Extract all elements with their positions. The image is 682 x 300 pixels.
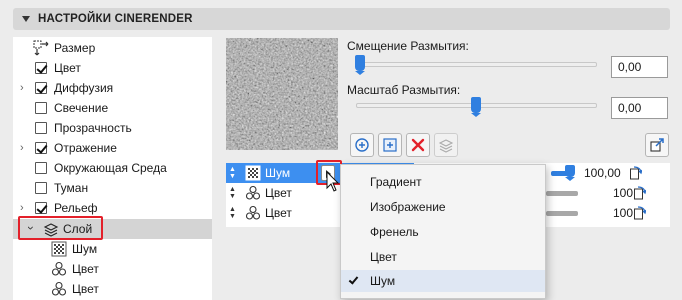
add-shader-icon <box>355 138 369 152</box>
menu-item-fresnel[interactable]: Френель <box>341 221 545 243</box>
mouse-cursor-icon <box>326 171 340 192</box>
delete-button[interactable] <box>406 133 430 157</box>
noise-icon <box>245 165 261 181</box>
tree-item-transparency[interactable]: Прозрачность <box>13 118 212 138</box>
channel-tree: Размер Цвет › Диффузия Свечение Прозрачн… <box>13 37 212 300</box>
color-checkbox[interactable] <box>35 62 47 74</box>
tree-item-bump[interactable]: › Рельеф <box>13 198 212 218</box>
menu-item-label: Изображение <box>370 200 446 214</box>
environment-checkbox[interactable] <box>35 162 47 174</box>
layer-name: Цвет <box>265 186 292 200</box>
reorder-arrows-icon[interactable]: ▲ ▼ <box>229 186 236 200</box>
menu-item-label: Шум <box>370 274 396 288</box>
layer-opacity-bar[interactable] <box>546 211 578 216</box>
transparency-checkbox[interactable] <box>35 122 47 134</box>
layer-value[interactable]: 100 <box>613 186 633 200</box>
tree-item-label: Туман <box>54 181 89 195</box>
menu-item-label: Цвет <box>370 250 397 264</box>
layer-mode-icon[interactable] <box>634 186 646 200</box>
blur-scale-field[interactable]: 0,00 <box>611 97 668 119</box>
color-shader-icon <box>51 281 67 296</box>
tree-item-color-shader[interactable]: Цвет <box>13 259 212 279</box>
add-layer-button[interactable] <box>378 133 402 157</box>
color-shader-icon <box>51 261 67 276</box>
tree-item-label: Окружающая Среда <box>54 161 167 175</box>
tree-item-luminance[interactable]: Свечение <box>13 98 212 118</box>
reorder-arrows-icon[interactable]: ▲ ▼ <box>229 166 236 180</box>
menu-item-noise[interactable]: Шум <box>341 270 545 292</box>
menu-item-color[interactable]: Цвет <box>341 246 545 268</box>
tree-item-size[interactable]: Размер <box>13 38 212 58</box>
layer-name: Шум <box>265 166 291 180</box>
layer-mode-icon[interactable] <box>630 166 642 180</box>
blur-offset-field[interactable]: 0,00 <box>611 56 668 78</box>
export-button[interactable] <box>645 133 669 157</box>
tree-item-label: Шум <box>72 242 98 256</box>
tree-item-label: Цвет <box>72 282 99 296</box>
tree-item-label: Цвет <box>72 262 99 276</box>
delete-icon <box>411 138 425 152</box>
layer-name: Цвет <box>265 206 292 220</box>
chevron-right-icon[interactable]: › <box>20 83 24 94</box>
add-shader-button[interactable] <box>350 133 374 157</box>
blend-mode-menu: Градиент Изображение Френель Цвет Шум <box>340 164 546 299</box>
texture-preview <box>226 38 338 150</box>
tree-item-reflection[interactable]: › Отражение <box>13 138 212 158</box>
menu-item-gradient[interactable]: Градиент <box>341 171 545 193</box>
tree-item-fog[interactable]: Туман <box>13 178 212 198</box>
reflection-checkbox[interactable] <box>35 142 47 154</box>
reorder-arrows-icon[interactable]: ▲ ▼ <box>229 206 236 220</box>
tree-item-noise[interactable]: Шум <box>13 239 212 259</box>
luminance-checkbox[interactable] <box>35 102 47 114</box>
bump-checkbox[interactable] <box>35 202 47 214</box>
add-layer-icon <box>383 138 397 152</box>
layer-mode-icon[interactable] <box>634 206 646 220</box>
tree-item-label: Диффузия <box>54 81 114 95</box>
resize-icon <box>33 40 49 56</box>
layer-value[interactable]: 100,00 <box>584 166 621 180</box>
tree-item-label: Цвет <box>54 61 81 75</box>
tree-item-label: Рельеф <box>54 201 98 215</box>
tree-item-label: Отражение <box>54 141 117 155</box>
tree-item-diffusion[interactable]: › Диффузия <box>13 78 212 98</box>
panel-title: НАСТРОЙКИ CINERENDER <box>38 13 193 25</box>
blur-offset-slider-track[interactable] <box>356 62 597 67</box>
blur-offset-label: Смещение Размытия: <box>347 39 469 53</box>
chevron-right-icon[interactable]: › <box>20 203 24 214</box>
panel-header[interactable]: НАСТРОЙКИ CINERENDER <box>13 8 670 30</box>
tree-item-color-shader[interactable]: Цвет <box>13 279 212 299</box>
tree-item-color[interactable]: Цвет <box>13 58 212 78</box>
blur-offset-slider-thumb[interactable] <box>355 55 365 75</box>
diffusion-checkbox[interactable] <box>35 82 47 94</box>
layer-value[interactable]: 100 <box>613 206 633 220</box>
tree-item-label: Свечение <box>54 101 109 115</box>
noise-preview-image <box>226 38 338 150</box>
checkmark-icon <box>348 274 359 285</box>
duplicate-icon <box>438 139 454 153</box>
menu-item-label: Градиент <box>370 175 422 189</box>
color-shader-icon <box>245 185 261 200</box>
chevron-right-icon[interactable]: › <box>20 143 24 154</box>
blur-scale-slider-thumb[interactable] <box>470 97 481 117</box>
export-icon <box>650 138 664 152</box>
menu-item-label: Френель <box>370 225 419 239</box>
highlight-frame <box>18 216 103 240</box>
layer-opacity-bar[interactable] <box>546 191 578 196</box>
menu-item-image[interactable]: Изображение <box>341 196 545 218</box>
duplicate-button[interactable] <box>434 133 458 157</box>
blur-scale-label: Масштаб Размытия: <box>347 83 461 97</box>
tree-item-label: Размер <box>54 41 96 55</box>
fog-checkbox[interactable] <box>35 182 47 194</box>
tree-item-environment[interactable]: Окружающая Среда <box>13 158 212 178</box>
noise-icon <box>51 241 67 257</box>
layer-opacity-thumb[interactable] <box>565 165 575 181</box>
tree-item-label: Прозрачность <box>54 121 132 135</box>
color-shader-icon <box>245 205 261 220</box>
collapse-triangle-icon[interactable] <box>22 16 30 22</box>
